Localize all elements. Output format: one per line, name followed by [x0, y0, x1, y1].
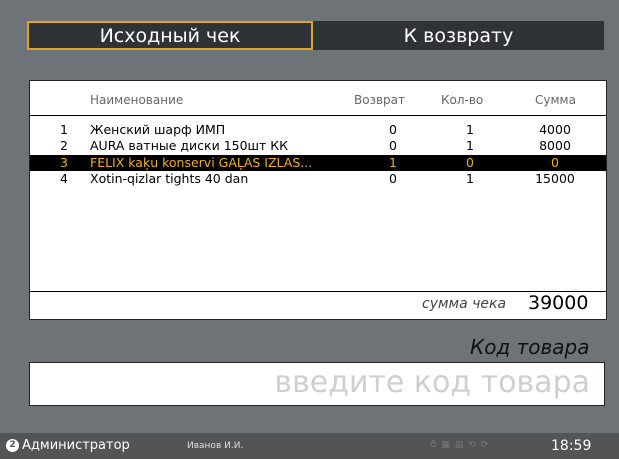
row-name: AURA ватные диски 150шт КК	[90, 138, 289, 153]
row-sum: 4000	[539, 122, 571, 137]
column-name-header: Наименование	[90, 93, 184, 107]
product-code-label: Код товара	[470, 335, 590, 359]
row-name: Женский шарф ИМП	[90, 122, 226, 137]
row-returned: 0	[389, 122, 397, 137]
column-sum-header: Сумма	[535, 93, 576, 107]
row-sum: 15000	[535, 171, 575, 186]
table-row[interactable]: 2 AURA ватные диски 150шт КК 0 1 8000	[30, 138, 606, 154]
table-row[interactable]: 4 Xotin-qizlar tights 40 dan 0 1 15000	[30, 171, 606, 187]
tab-original-receipt[interactable]: Исходный чек	[27, 21, 313, 50]
row-qty: 1	[466, 122, 474, 137]
row-returned: 0	[389, 171, 397, 186]
row-sum: 8000	[539, 138, 571, 153]
tab-to-return[interactable]: К возврату	[313, 21, 604, 50]
row-qty: 0	[466, 155, 474, 170]
row-number: 3	[60, 155, 68, 170]
table-row[interactable]: 1 Женский шарф ИМП 0 1 4000	[30, 122, 606, 138]
header-divider	[30, 115, 606, 116]
row-qty: 1	[466, 171, 474, 186]
row-name: Xotin-qizlar tights 40 dan	[90, 171, 249, 186]
row-sum: 0	[551, 155, 559, 170]
tabs-bar: Исходный чек К возврату	[27, 21, 604, 50]
row-number: 1	[60, 122, 68, 137]
user-icon: 2	[6, 439, 19, 452]
table-row-selected[interactable]: 3 FELIX kaķu konservi GAĻAS IZLAS... 1 0…	[30, 155, 606, 171]
user-role: Администратор	[22, 438, 130, 453]
footer-divider	[30, 291, 606, 292]
status-icons: ♁ ▦ ▤ ⟲ ⟳	[430, 440, 490, 450]
row-returned: 0	[389, 138, 397, 153]
row-number: 4	[60, 171, 68, 186]
row-qty: 1	[466, 138, 474, 153]
row-returned: 1	[389, 155, 397, 170]
row-name: FELIX kaķu konservi GAĻAS IZLAS...	[90, 155, 313, 170]
table-header: Наименование Возврат Кол-во Сумма	[30, 89, 606, 113]
receipt-table: Наименование Возврат Кол-во Сумма 1 Женс…	[29, 80, 607, 320]
column-qty-header: Кол-во	[441, 93, 484, 107]
column-returned-header: Возврат	[354, 93, 405, 107]
clock: 18:59	[551, 438, 592, 454]
row-number: 2	[60, 138, 68, 153]
total-value: 39000	[528, 292, 589, 314]
product-code-input[interactable]: введите код товара	[29, 362, 605, 406]
product-code-placeholder: введите код товара	[274, 365, 590, 400]
total-label: сумма чека	[422, 296, 507, 312]
status-bar: 2 Администратор Иванов И.И. ♁ ▦ ▤ ⟲ ⟳ 18…	[0, 433, 619, 459]
user-name: Иванов И.И.	[187, 441, 244, 451]
